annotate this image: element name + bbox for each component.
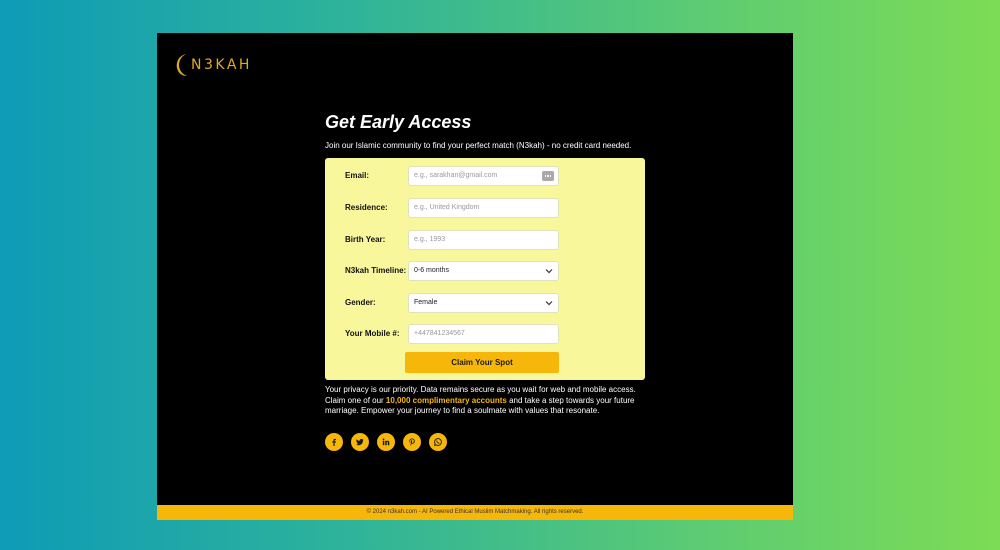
gender-row: Gender: Female	[325, 293, 645, 313]
linkedin-link[interactable]	[377, 432, 395, 451]
signup-section: Get Early Access Join our Islamic commun…	[325, 111, 645, 451]
timeline-value: 0-6 months	[414, 267, 450, 274]
residence-field[interactable]: e.g., United Kingdom	[408, 198, 559, 218]
facebook-link[interactable]	[325, 432, 343, 451]
chevron-down-icon	[545, 301, 553, 306]
chevron-down-icon	[545, 269, 553, 274]
early-access-form: Email: e.g., sarakhan@gmail.com Residenc…	[325, 158, 645, 380]
twitter-icon	[356, 438, 364, 445]
email-label: Email:	[345, 171, 370, 180]
residence-placeholder: e.g., United Kingdom	[414, 204, 480, 211]
email-placeholder: e.g., sarakhan@gmail.com	[414, 172, 498, 179]
copyright-text: © 2024 n3kah.com - AI Powered Ethical Mu…	[366, 509, 584, 515]
mobile-row: Your Mobile #: +447841234567	[325, 324, 645, 344]
mobile-label: Your Mobile #:	[345, 329, 400, 338]
page-footer: © 2024 n3kah.com - AI Powered Ethical Mu…	[157, 505, 793, 520]
timeline-label: N3kah Timeline:	[345, 266, 407, 275]
birth-year-placeholder: e.g., 1993	[414, 236, 446, 243]
social-links	[325, 432, 645, 451]
page-title: Get Early Access	[325, 112, 472, 132]
pinterest-link[interactable]	[403, 432, 421, 451]
complimentary-accounts-highlight: 10,000 complimentary accounts	[385, 395, 507, 405]
pinterest-icon	[409, 438, 415, 445]
brand-name: N3KAH	[191, 57, 252, 73]
gender-select[interactable]: Female	[408, 293, 559, 313]
gender-value: Female	[414, 299, 438, 306]
birth-year-label: Birth Year:	[345, 235, 386, 244]
linkedin-icon	[382, 438, 390, 445]
privacy-note: Your privacy is our priority. Data remai…	[325, 385, 645, 417]
timeline-row: N3kah Timeline: 0-6 months	[325, 261, 645, 281]
residence-label: Residence:	[345, 203, 388, 212]
mobile-placeholder: +447841234567	[414, 330, 465, 337]
claim-spot-button[interactable]: Claim Your Spot	[405, 352, 559, 373]
email-row: Email: e.g., sarakhan@gmail.com	[325, 166, 645, 186]
twitter-link[interactable]	[351, 432, 369, 451]
facebook-icon	[332, 438, 336, 446]
gender-label: Gender:	[345, 298, 376, 307]
timeline-select[interactable]: 0-6 months	[408, 261, 559, 281]
residence-row: Residence: e.g., United Kingdom	[325, 198, 645, 218]
email-field[interactable]: e.g., sarakhan@gmail.com	[408, 166, 559, 186]
autofill-icon[interactable]	[542, 171, 554, 181]
page-subtitle: Join our Islamic community to find your …	[325, 141, 632, 150]
whatsapp-link[interactable]	[429, 432, 447, 451]
birth-year-field[interactable]: e.g., 1993	[408, 230, 559, 250]
whatsapp-icon	[434, 437, 442, 446]
landing-page: N3KAH Get Early Access Join our Islamic …	[157, 33, 793, 520]
mobile-field[interactable]: +447841234567	[408, 324, 559, 344]
birth-year-row: Birth Year: e.g., 1993	[325, 230, 645, 250]
crescent-icon	[176, 54, 187, 76]
brand-logo[interactable]: N3KAH	[175, 53, 252, 77]
